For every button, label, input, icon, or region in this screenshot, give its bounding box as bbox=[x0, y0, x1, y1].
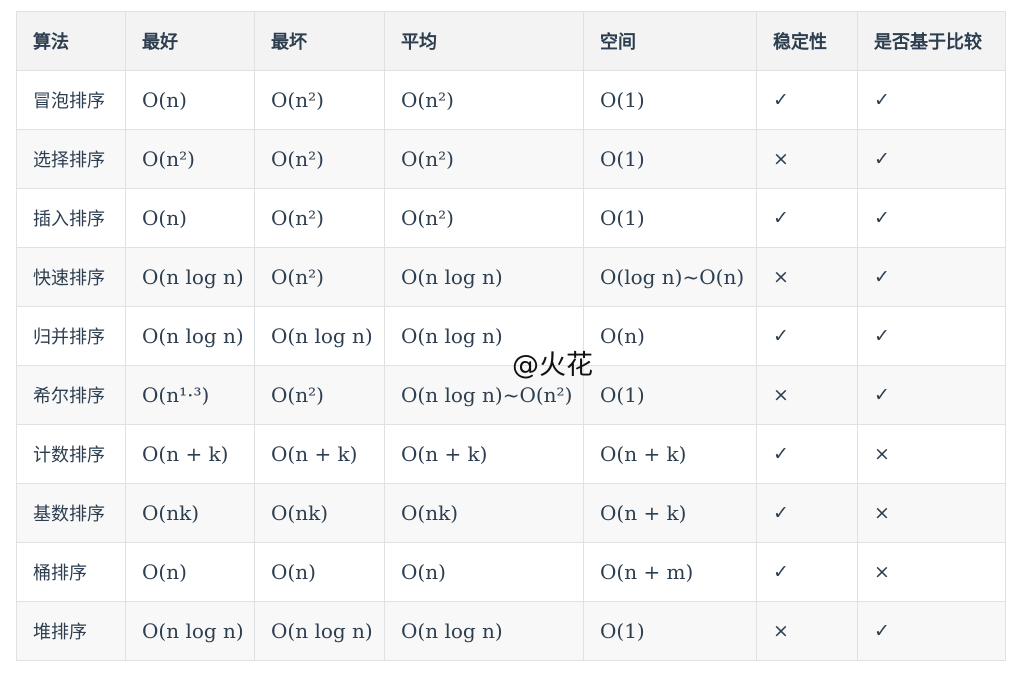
table-row: 基数排序 O(nk) O(nk) O(nk) O(n + k) ✓ × bbox=[16, 483, 1006, 543]
header-average: 平均 bbox=[384, 11, 584, 71]
table-row: 插入排序 O(n) O(n²) O(n²) O(1) ✓ ✓ bbox=[16, 188, 1006, 248]
space-complexity: O(n) bbox=[583, 306, 757, 366]
best-case: O(n + k) bbox=[125, 424, 255, 484]
comparison-mark: ✓ bbox=[857, 365, 1006, 425]
average-case: O(n log n) bbox=[384, 247, 584, 307]
algorithm-name: 基数排序 bbox=[16, 483, 126, 543]
header-algorithm: 算法 bbox=[16, 11, 126, 71]
stability-mark: × bbox=[756, 247, 858, 307]
worst-case: O(n + k) bbox=[254, 424, 385, 484]
best-case: O(n²) bbox=[125, 129, 255, 189]
algorithm-name: 插入排序 bbox=[16, 188, 126, 248]
sorting-complexity-table: 算法 最好 最坏 平均 空间 稳定性 是否基于比较 冒泡排序 O(n) O(n²… bbox=[16, 11, 1006, 661]
space-complexity: O(n + m) bbox=[583, 542, 757, 602]
stability-mark: ✓ bbox=[756, 188, 858, 248]
header-comparison-based: 是否基于比较 bbox=[857, 11, 1006, 71]
table-row: 选择排序 O(n²) O(n²) O(n²) O(1) × ✓ bbox=[16, 129, 1006, 189]
comparison-mark: ✓ bbox=[857, 306, 1006, 366]
best-case: O(n log n) bbox=[125, 306, 255, 366]
average-case: O(n + k) bbox=[384, 424, 584, 484]
best-case: O(nk) bbox=[125, 483, 255, 543]
table-row: 堆排序 O(n log n) O(n log n) O(n log n) O(1… bbox=[16, 601, 1006, 661]
header-row: 算法 最好 最坏 平均 空间 稳定性 是否基于比较 bbox=[16, 11, 1006, 71]
algorithm-name: 归并排序 bbox=[16, 306, 126, 366]
best-case: O(n log n) bbox=[125, 601, 255, 661]
space-complexity: O(1) bbox=[583, 129, 757, 189]
average-case: O(n) bbox=[384, 542, 584, 602]
space-complexity: O(1) bbox=[583, 188, 757, 248]
algorithm-name: 选择排序 bbox=[16, 129, 126, 189]
worst-case: O(nk) bbox=[254, 483, 385, 543]
header-worst: 最坏 bbox=[254, 11, 385, 71]
header-best: 最好 bbox=[125, 11, 255, 71]
stability-mark: × bbox=[756, 365, 858, 425]
header-space: 空间 bbox=[583, 11, 757, 71]
comparison-mark: ✓ bbox=[857, 70, 1006, 130]
table-row: 冒泡排序 O(n) O(n²) O(n²) O(1) ✓ ✓ bbox=[16, 70, 1006, 130]
worst-case: O(n log n) bbox=[254, 306, 385, 366]
space-complexity: O(n + k) bbox=[583, 424, 757, 484]
comparison-mark: ✓ bbox=[857, 129, 1006, 189]
worst-case: O(n) bbox=[254, 542, 385, 602]
space-complexity: O(1) bbox=[583, 365, 757, 425]
stability-mark: ✓ bbox=[756, 424, 858, 484]
worst-case: O(n²) bbox=[254, 70, 385, 130]
worst-case: O(n²) bbox=[254, 188, 385, 248]
comparison-mark: ✓ bbox=[857, 247, 1006, 307]
space-complexity: O(1) bbox=[583, 70, 757, 130]
space-complexity: O(log n)~O(n) bbox=[583, 247, 757, 307]
best-case: O(n) bbox=[125, 70, 255, 130]
worst-case: O(n log n) bbox=[254, 601, 385, 661]
algorithm-name: 冒泡排序 bbox=[16, 70, 126, 130]
average-case: O(n²) bbox=[384, 188, 584, 248]
worst-case: O(n²) bbox=[254, 129, 385, 189]
space-complexity: O(n + k) bbox=[583, 483, 757, 543]
best-case: O(n¹·³) bbox=[125, 365, 255, 425]
comparison-mark: × bbox=[857, 542, 1006, 602]
table-row: 计数排序 O(n + k) O(n + k) O(n + k) O(n + k)… bbox=[16, 424, 1006, 484]
table-row: 桶排序 O(n) O(n) O(n) O(n + m) ✓ × bbox=[16, 542, 1006, 602]
table-row: 快速排序 O(n log n) O(n²) O(n log n) O(log n… bbox=[16, 247, 1006, 307]
stability-mark: ✓ bbox=[756, 542, 858, 602]
comparison-mark: × bbox=[857, 483, 1006, 543]
best-case: O(n log n) bbox=[125, 247, 255, 307]
comparison-mark: × bbox=[857, 424, 1006, 484]
average-case: O(nk) bbox=[384, 483, 584, 543]
average-case: O(n²) bbox=[384, 129, 584, 189]
algorithm-name: 快速排序 bbox=[16, 247, 126, 307]
stability-mark: ✓ bbox=[756, 483, 858, 543]
comparison-mark: ✓ bbox=[857, 601, 1006, 661]
comparison-mark: ✓ bbox=[857, 188, 1006, 248]
stability-mark: ✓ bbox=[756, 70, 858, 130]
average-case: O(n²) bbox=[384, 70, 584, 130]
watermark: @火花 bbox=[512, 350, 593, 381]
algorithm-name: 桶排序 bbox=[16, 542, 126, 602]
header-stability: 稳定性 bbox=[756, 11, 858, 71]
best-case: O(n) bbox=[125, 542, 255, 602]
space-complexity: O(1) bbox=[583, 601, 757, 661]
algorithm-name: 堆排序 bbox=[16, 601, 126, 661]
average-case: O(n log n) bbox=[384, 601, 584, 661]
table-header: 算法 最好 最坏 平均 空间 稳定性 是否基于比较 bbox=[16, 11, 1006, 71]
stability-mark: × bbox=[756, 601, 858, 661]
algorithm-name: 希尔排序 bbox=[16, 365, 126, 425]
worst-case: O(n²) bbox=[254, 247, 385, 307]
best-case: O(n) bbox=[125, 188, 255, 248]
worst-case: O(n²) bbox=[254, 365, 385, 425]
table-body: 冒泡排序 O(n) O(n²) O(n²) O(1) ✓ ✓ 选择排序 O(n²… bbox=[16, 70, 1006, 661]
table-row: 归并排序 O(n log n) O(n log n) O(n log n) O(… bbox=[16, 306, 1006, 366]
algorithm-name: 计数排序 bbox=[16, 424, 126, 484]
stability-mark: × bbox=[756, 129, 858, 189]
table-row: 希尔排序 O(n¹·³) O(n²) O(n log n)~O(n²) O(1)… bbox=[16, 365, 1006, 425]
stability-mark: ✓ bbox=[756, 306, 858, 366]
